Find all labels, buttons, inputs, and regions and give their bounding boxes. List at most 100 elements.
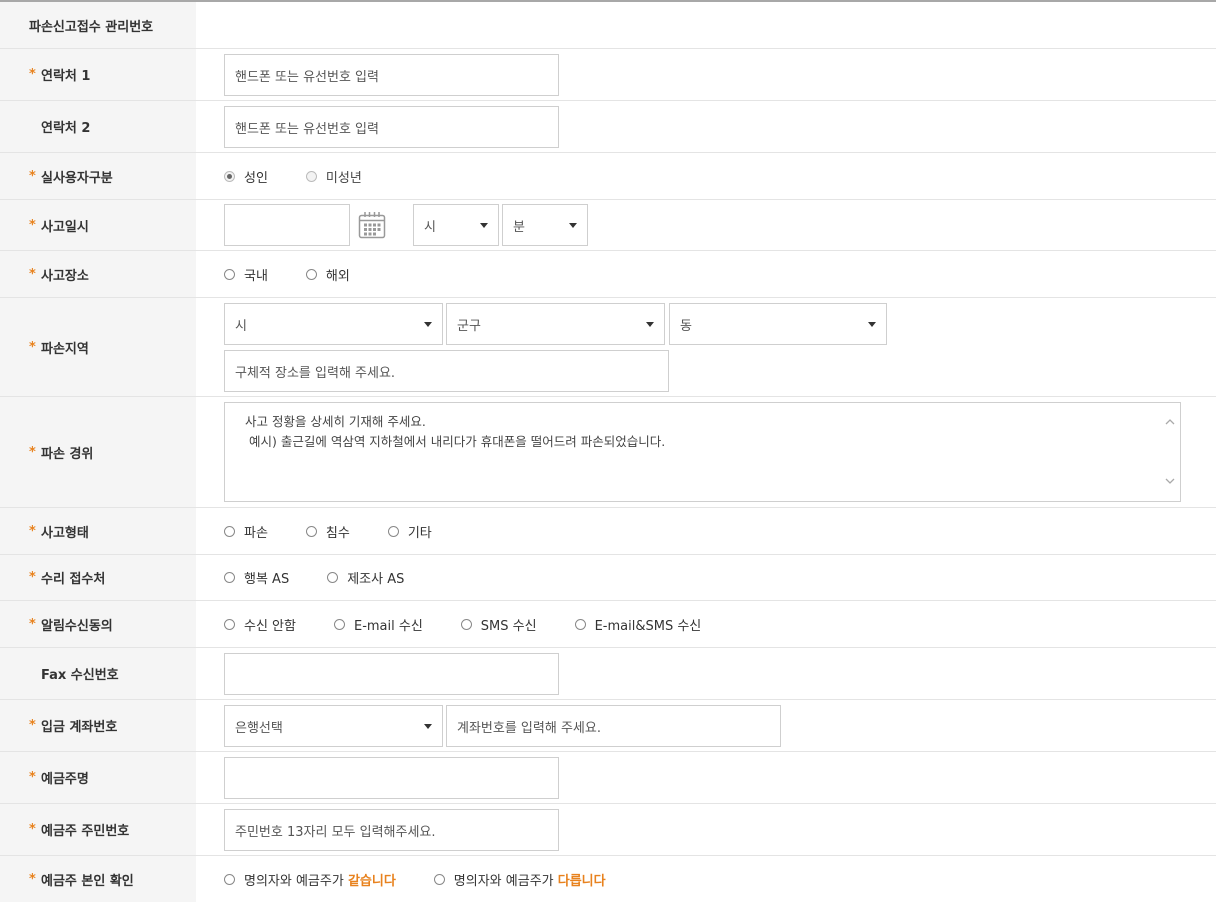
radio-adult[interactable]: 성인: [224, 167, 268, 186]
radio-domestic[interactable]: 국내: [224, 265, 268, 284]
label-user-type: * 실사용자구분: [0, 153, 196, 199]
radio-minor[interactable]: 미성년: [305, 167, 362, 186]
radio-broken[interactable]: 파손: [224, 522, 268, 541]
radio-sms[interactable]: SMS 수신: [460, 615, 537, 634]
accident-date-input[interactable]: [224, 204, 350, 246]
contact1-input[interactable]: 핸드폰 또는 유선번호 입력: [224, 54, 559, 96]
row-fax: Fax 수신번호: [0, 648, 1216, 700]
holder-id-input[interactable]: 주민번호 13자리 모두 입력해주세요.: [224, 809, 559, 851]
required-star: *: [29, 770, 36, 785]
label-holder-confirm: * 예금주 본인 확인: [0, 856, 196, 902]
label-accident-type: * 사고형태: [0, 508, 196, 554]
required-star: *: [29, 570, 36, 585]
label-repair-center: * 수리 접수처: [0, 555, 196, 600]
radio-happy-as[interactable]: 행복 AS: [224, 568, 289, 587]
radio-circle: [224, 873, 235, 885]
required-star: *: [29, 822, 36, 837]
radio-holder-same[interactable]: 명의자와 예금주가 같습니다: [224, 870, 396, 889]
dong-select[interactable]: 동: [669, 303, 887, 345]
row-holder-id: * 예금주 주민번호 주민번호 13자리 모두 입력해주세요.: [0, 804, 1216, 856]
label-notice-consent: * 알림수신동의: [0, 601, 196, 647]
label-bank-account: * 입금 계좌번호: [0, 700, 196, 751]
required-star: *: [29, 871, 36, 887]
holder-name-input[interactable]: [224, 757, 559, 799]
accident-type-radios: 파손 침수 기타: [224, 508, 470, 554]
holder-confirm-radios: 명의자와 예금주가 같습니다 명의자와 예금주가 다릅니다: [224, 856, 644, 902]
label-holder-id: * 예금주 주민번호: [0, 804, 196, 855]
radio-circle: [224, 268, 235, 280]
radio-overseas[interactable]: 해외: [305, 265, 350, 284]
notice-consent-radios: 수신 안함 E-mail 수신 SMS 수신 E-mail&SMS 수신: [224, 601, 739, 647]
damage-detail-textarea[interactable]: 사고 정황을 상세히 기재해 주세요. 예시) 출근길에 역삼역 지하철에서 내…: [224, 402, 1181, 502]
radio-no-notice[interactable]: 수신 안함: [224, 615, 296, 634]
row-bank-account: * 입금 계좌번호 은행선택 계좌번호를 입력해 주세요.: [0, 700, 1216, 752]
chevron-down-icon: [424, 321, 432, 327]
required-star: *: [29, 168, 36, 184]
required-star: *: [29, 718, 36, 733]
minute-select[interactable]: 분: [502, 204, 588, 246]
chevron-down-icon: [424, 723, 432, 729]
contact2-input[interactable]: 핸드폰 또는 유선번호 입력: [224, 106, 559, 148]
radio-circle: [460, 618, 472, 630]
radio-circle: [224, 525, 235, 537]
calendar-icon[interactable]: [358, 211, 386, 239]
label-accident-date: * 사고일시: [0, 200, 196, 250]
required-star: *: [29, 523, 36, 539]
required-star: *: [29, 616, 36, 632]
fax-input[interactable]: [224, 653, 559, 695]
label-contact1: * 연락처 1: [0, 49, 196, 100]
label-mgmt-no: 파손신고접수 관리번호: [0, 2, 196, 48]
radio-circle: [574, 618, 586, 630]
radio-circle: [333, 618, 345, 630]
radio-circle: [305, 525, 317, 537]
label-contact2: 연락처 2: [0, 101, 196, 152]
district-select[interactable]: 군구: [446, 303, 665, 345]
user-type-radios: 성인 미성년: [224, 153, 400, 199]
radio-circle: [387, 525, 399, 537]
bank-select[interactable]: 은행선택: [224, 705, 443, 747]
city-select[interactable]: 시: [224, 303, 443, 345]
radio-other[interactable]: 기타: [387, 522, 432, 541]
account-input[interactable]: 계좌번호를 입력해 주세요.: [446, 705, 781, 747]
row-contact2: 연락처 2 핸드폰 또는 유선번호 입력: [0, 101, 1216, 153]
required-star: *: [29, 67, 36, 82]
row-user-type: * 실사용자구분 성인 미성년: [0, 153, 1216, 200]
accident-place-radios: 국내 해외: [224, 251, 388, 297]
scroll-down-icon[interactable]: [1165, 476, 1175, 486]
chevron-down-icon: [480, 222, 488, 228]
required-star: *: [29, 217, 36, 233]
row-accident-date: * 사고일시 시 분: [0, 200, 1216, 251]
label-damage-area: * 파손지역: [0, 298, 196, 396]
row-notice-consent: * 알림수신동의 수신 안함 E-mail 수신 SMS 수신 E-mail&S…: [0, 601, 1216, 648]
row-mgmt-no: 파손신고접수 관리번호: [0, 2, 1216, 49]
required-star: *: [29, 266, 36, 282]
radio-circle: [224, 618, 235, 630]
repair-center-radios: 행복 AS 제조사 AS: [224, 555, 442, 600]
claim-form: 파손신고접수 관리번호 * 연락처 1 핸드폰 또는 유선번호 입력 연락처 2…: [0, 0, 1216, 902]
scroll-up-icon[interactable]: [1165, 417, 1175, 427]
radio-maker-as[interactable]: 제조사 AS: [327, 568, 404, 587]
chevron-down-icon: [646, 321, 654, 327]
radio-circle: [305, 268, 317, 280]
required-star: *: [29, 444, 36, 460]
hour-select[interactable]: 시: [413, 204, 499, 246]
radio-email-sms[interactable]: E-mail&SMS 수신: [574, 615, 701, 634]
row-holder-confirm: * 예금주 본인 확인 명의자와 예금주가 같습니다 명의자와 예금주가 다릅니…: [0, 856, 1216, 902]
required-star: *: [29, 339, 36, 355]
label-damage-detail: * 파손 경위: [0, 397, 196, 507]
radio-email[interactable]: E-mail 수신: [333, 615, 423, 634]
label-accident-place: * 사고장소: [0, 251, 196, 297]
row-damage-area: * 파손지역 시 군구 동 구체적 장소를 입력해 주세요.: [0, 298, 1216, 397]
radio-circle: [433, 873, 445, 885]
label-holder-name: * 예금주명: [0, 752, 196, 803]
radio-circle: [224, 572, 235, 583]
row-contact1: * 연락처 1 핸드폰 또는 유선번호 입력: [0, 49, 1216, 101]
place-detail-input[interactable]: 구체적 장소를 입력해 주세요.: [224, 350, 669, 392]
chevron-down-icon: [868, 321, 876, 327]
row-accident-place: * 사고장소 국내 해외: [0, 251, 1216, 298]
radio-circle: [224, 170, 235, 182]
radio-holder-different[interactable]: 명의자와 예금주가 다릅니다: [433, 870, 606, 889]
row-holder-name: * 예금주명: [0, 752, 1216, 804]
radio-flooded[interactable]: 침수: [305, 522, 350, 541]
row-repair-center: * 수리 접수처 행복 AS 제조사 AS: [0, 555, 1216, 601]
